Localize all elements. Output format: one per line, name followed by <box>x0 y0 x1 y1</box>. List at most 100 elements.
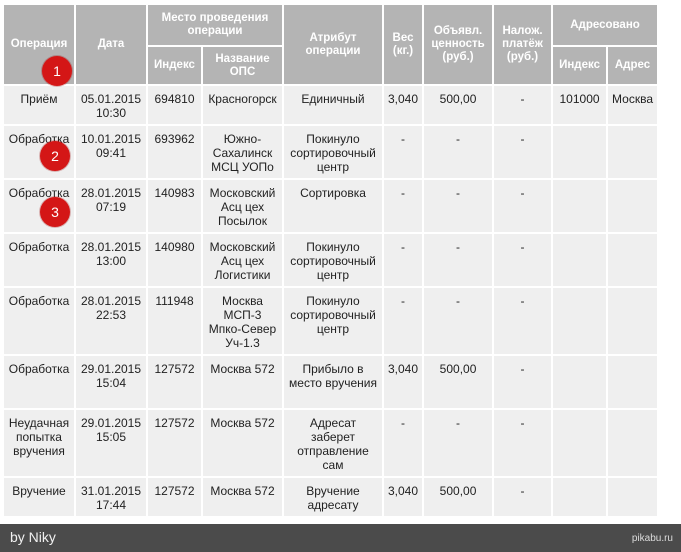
tracking-table: Операция Дата Место проведения операции … <box>2 3 659 518</box>
cell-addr-index <box>553 288 607 354</box>
table-row: Обработка 29.01.2015 15:04 127572 Москва… <box>4 356 657 408</box>
cell-cod: - <box>494 126 552 178</box>
cell-addr-address: Москва <box>608 86 657 124</box>
cell-date: 28.01.2015 22:53 <box>76 288 146 354</box>
cell-weight: - <box>384 410 423 476</box>
cell-index: 694810 <box>148 86 201 124</box>
cell-weight: 3,040 <box>384 86 423 124</box>
cell-index: 140983 <box>148 180 201 232</box>
annotation-marker-3: 3 <box>40 197 70 227</box>
cell-addr-index <box>553 234 607 286</box>
header-addr-address: Адрес <box>608 47 657 84</box>
cell-addr-index <box>553 410 607 476</box>
cell-declared-value: - <box>424 288 493 354</box>
cell-operation: Обработка <box>4 234 74 286</box>
cell-ops-name: Южно-Сахалинск МСЦ УОПо <box>203 126 282 178</box>
cell-ops-name: Москва 572 <box>203 356 282 408</box>
cell-weight: 3,040 <box>384 478 423 516</box>
site-watermark: pikabu.ru <box>631 533 673 544</box>
cell-ops-name: Московский Асц цех Посылок <box>203 180 282 232</box>
annotation-marker-2: 2 <box>40 141 70 171</box>
cell-index: 111948 <box>148 288 201 354</box>
cell-index: 127572 <box>148 410 201 476</box>
cell-weight: - <box>384 234 423 286</box>
cell-ops-name: Москва 572 <box>203 410 282 476</box>
cell-cod: - <box>494 288 552 354</box>
cell-addr-address <box>608 288 657 354</box>
cell-addr-index: 101000 <box>553 86 607 124</box>
cell-weight: 3,040 <box>384 356 423 408</box>
footer-bar: by Niky pikabu.ru <box>0 524 681 552</box>
header-addr-index: Индекс <box>553 47 607 84</box>
cell-addr-address <box>608 126 657 178</box>
cell-cod: - <box>494 234 552 286</box>
cell-addr-address <box>608 478 657 516</box>
header-attribute: Атрибут операции <box>284 5 382 84</box>
cell-addr-index <box>553 180 607 232</box>
cell-index: 127572 <box>148 356 201 408</box>
cell-attribute: Единичный <box>284 86 382 124</box>
cell-date: 10.01.2015 09:41 <box>76 126 146 178</box>
cell-attribute: Покинуло сортировочный центр <box>284 126 382 178</box>
cell-attribute: Адресат заберет отправление сам <box>284 410 382 476</box>
cell-index: 140980 <box>148 234 201 286</box>
cell-attribute: Покинуло сортировочный центр <box>284 288 382 354</box>
header-addressed: Адресовано <box>553 5 657 45</box>
cell-index-link[interactable]: 127572 <box>148 478 201 516</box>
cell-ops-name: Москва 572 <box>203 478 282 516</box>
cell-weight: - <box>384 288 423 354</box>
cell-attribute: Прибыло в место вручения <box>284 356 382 408</box>
table-row: Вручение 31.01.2015 17:44 127572 Москва … <box>4 478 657 516</box>
cell-declared-value: - <box>424 126 493 178</box>
header-cod: Налож. платёж (руб.) <box>494 5 552 84</box>
cell-operation: Обработка <box>4 356 74 408</box>
cell-addr-address <box>608 410 657 476</box>
cell-cod: - <box>494 86 552 124</box>
cell-cod: - <box>494 180 552 232</box>
cell-operation: Вручение <box>4 478 74 516</box>
cell-date: 05.01.2015 10:30 <box>76 86 146 124</box>
cell-weight: - <box>384 126 423 178</box>
cell-operation: Обработка <box>4 288 74 354</box>
table-row: Неудачная попытка вручения 29.01.2015 15… <box>4 410 657 476</box>
cell-addr-address <box>608 180 657 232</box>
cell-attribute: Покинуло сортировочный центр <box>284 234 382 286</box>
header-index: Индекс <box>148 47 201 84</box>
table-row: Обработка 28.01.2015 07:19 140983 Москов… <box>4 180 657 232</box>
cell-addr-index <box>553 356 607 408</box>
cell-cod: - <box>494 410 552 476</box>
cell-ops-name: Красногорск <box>203 86 282 124</box>
author-credit: by Niky <box>10 529 56 545</box>
table-row: Приём 05.01.2015 10:30 694810 Красногорс… <box>4 86 657 124</box>
cell-operation: Неудачная попытка вручения <box>4 410 74 476</box>
cell-declared-value: - <box>424 234 493 286</box>
cell-declared-value: - <box>424 410 493 476</box>
header-date: Дата <box>76 5 146 84</box>
cell-attribute: Сортировка <box>284 180 382 232</box>
cell-addr-address <box>608 234 657 286</box>
cell-weight: - <box>384 180 423 232</box>
cell-addr-address <box>608 356 657 408</box>
annotation-marker-1: 1 <box>42 56 72 86</box>
cell-ops-name: Москва МСП-3 Мпко-Север Уч-1.3 <box>203 288 282 354</box>
table-row: Обработка 28.01.2015 22:53 111948 Москва… <box>4 288 657 354</box>
header-place: Место проведения операции <box>148 5 282 45</box>
cell-addr-index <box>553 126 607 178</box>
cell-date: 29.01.2015 15:04 <box>76 356 146 408</box>
cell-index: 693962 <box>148 126 201 178</box>
table-row: Обработка 10.01.2015 09:41 693962 Южно-С… <box>4 126 657 178</box>
cell-attribute: Вручение адресату <box>284 478 382 516</box>
cell-ops-name: Московский Асц цех Логистики <box>203 234 282 286</box>
tracking-table-container: Операция Дата Место проведения операции … <box>2 3 659 518</box>
cell-date: 31.01.2015 17:44 <box>76 478 146 516</box>
cell-cod: - <box>494 478 552 516</box>
table-row: Обработка 28.01.2015 13:00 140980 Москов… <box>4 234 657 286</box>
cell-cod: - <box>494 356 552 408</box>
header-declared-value: Объявл. ценность (руб.) <box>424 5 493 84</box>
cell-date: 28.01.2015 13:00 <box>76 234 146 286</box>
cell-addr-index <box>553 478 607 516</box>
cell-declared-value: 500,00 <box>424 478 493 516</box>
cell-date: 29.01.2015 15:05 <box>76 410 146 476</box>
header-ops-name: Название ОПС <box>203 47 282 84</box>
header-weight: Вес (кг.) <box>384 5 423 84</box>
